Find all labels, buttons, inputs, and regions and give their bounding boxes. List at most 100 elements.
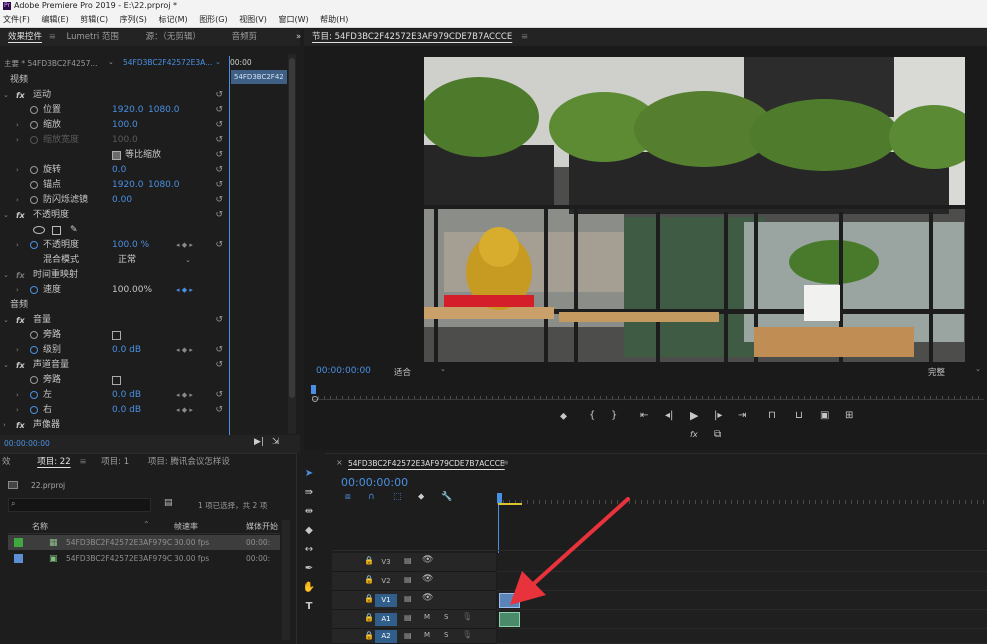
track-header-v1[interactable]: 🔒 V1 ▤ 👁 [332, 591, 496, 610]
right-channel-value[interactable]: 0.0 dB [112, 403, 141, 418]
lock-icon[interactable]: 🔒 [364, 631, 374, 640]
mute-button[interactable]: M [424, 631, 430, 639]
eye-icon[interactable]: 👁 [422, 593, 433, 603]
rectangle-mask-icon[interactable] [52, 226, 61, 235]
bypass2-checkbox[interactable] [112, 376, 121, 385]
reset-icon[interactable]: ↺ [215, 133, 223, 148]
reset-icon[interactable]: ↺ [215, 178, 223, 193]
anti-flicker-value[interactable]: 0.00 [112, 193, 132, 208]
reset-icon[interactable]: ↺ [215, 103, 223, 118]
speed-value[interactable]: 100.00% [112, 283, 152, 298]
reset-icon[interactable]: ↺ [215, 88, 223, 103]
chevron-down-icon[interactable]: ⌄ [440, 365, 446, 373]
sync-lock-icon[interactable]: ▤ [404, 575, 412, 584]
panel-menu-icon[interactable]: ≡ [49, 32, 56, 42]
lock-icon[interactable]: 🔒 [364, 613, 374, 622]
uniform-scale-checkbox[interactable] [112, 151, 121, 160]
ec-footer-timecode[interactable]: 00:00:00:00 [4, 439, 50, 448]
sort-up-icon[interactable]: ⌃ [143, 520, 150, 529]
volume-row[interactable]: ⌄ fx 音量 ↺ [0, 313, 227, 328]
stopwatch-icon[interactable] [30, 331, 38, 339]
reset-icon[interactable]: ↺ [215, 403, 223, 418]
sync-lock-icon[interactable]: ▤ [404, 631, 412, 640]
project-item-row[interactable]: ▣ 54FD3BC2F42572E3AF979C 30.00 fps 00:00… [8, 551, 280, 566]
panner-row[interactable]: › fx 声像器 [0, 418, 227, 433]
sync-lock-icon[interactable]: ▤ [404, 594, 412, 603]
tab-effects[interactable]: 效 [2, 457, 11, 467]
pen-mask-icon[interactable]: ✎ [70, 223, 78, 238]
keyframe-nav-icon[interactable]: ◂ ◆ ▸ [176, 238, 193, 253]
eye-icon[interactable]: 👁 [422, 574, 433, 584]
zoom-fit-select[interactable]: 适合 [394, 366, 411, 378]
program-time-ruler[interactable] [312, 386, 984, 400]
comparison-view-icon[interactable]: ⧉ [714, 429, 721, 440]
fx-icon[interactable]: fx [16, 313, 25, 328]
fx-icon[interactable]: fx [16, 418, 25, 433]
opacity-value[interactable]: 100.0 % [112, 238, 149, 253]
sync-lock-icon[interactable]: ▤ [404, 556, 412, 565]
program-timecode[interactable]: 00:00:00:00 [316, 366, 371, 376]
panel-menu-icon[interactable]: ≡ [79, 457, 86, 467]
track-header-a2[interactable]: 🔒 A2 ▤ M S 🎙 [332, 629, 496, 644]
reset-icon[interactable]: ↺ [215, 238, 223, 253]
time-remap-row[interactable]: ⌄ fx 时间重映射 [0, 268, 227, 283]
twirl-right-icon[interactable]: › [16, 193, 19, 208]
master-clip-label[interactable]: 主要 * 54FD3BC2F4257... [4, 58, 98, 69]
reset-icon[interactable]: ↺ [215, 358, 223, 373]
menu-view[interactable]: 视图(V) [239, 15, 267, 24]
ripple-edit-tool-icon[interactable]: ⇹ [302, 505, 316, 519]
position-y-value[interactable]: 1080.0 [148, 103, 180, 118]
scale-value[interactable]: 100.0 [112, 118, 138, 133]
tab-project-22[interactable]: 项目: 22 [37, 457, 70, 467]
twirl-down-icon[interactable]: ⌄ [3, 208, 9, 223]
track-label[interactable]: V3 [375, 556, 397, 569]
label-color-swatch[interactable] [14, 554, 23, 563]
tab-effect-controls[interactable]: 效果控件 [8, 32, 42, 42]
stopwatch-icon[interactable] [30, 406, 38, 414]
twirl-right-icon[interactable]: › [16, 238, 19, 253]
tab-audio-mixer[interactable]: 音频剪 [232, 32, 258, 42]
selection-tool-icon[interactable]: ➤ [302, 467, 316, 481]
hand-tool-icon[interactable]: ✋ [302, 581, 316, 595]
menu-sequence[interactable]: 序列(S) [120, 15, 147, 24]
slip-tool-icon[interactable]: ↔ [302, 543, 316, 557]
menu-graphics[interactable]: 图形(G) [199, 15, 227, 24]
wrench-icon[interactable]: 🔧 [441, 492, 452, 502]
reset-icon[interactable]: ↺ [215, 193, 223, 208]
sync-lock-icon[interactable]: ▤ [404, 613, 412, 622]
project-item-row[interactable]: ▦ 54FD3BC2F42572E3AF979C 30.00 fps 00:00… [8, 535, 280, 550]
microphone-icon[interactable]: 🎙 [462, 630, 472, 639]
ec-scrollbar[interactable] [288, 54, 296, 434]
stopwatch-icon[interactable] [30, 241, 38, 249]
timeline-timecode[interactable]: 00:00:00:00 [341, 476, 408, 489]
tab-lumetri[interactable]: Lumetri 范围 [67, 32, 119, 42]
track-select-tool-icon[interactable]: ⇛ [302, 486, 316, 500]
blend-mode-select[interactable]: 正常 [118, 253, 136, 268]
go-to-out-icon[interactable]: ⇥ [738, 410, 746, 421]
pen-tool-icon[interactable]: ✒ [302, 562, 316, 576]
chevron-down-icon[interactable]: ⌄ [215, 58, 221, 66]
reset-icon[interactable]: ↺ [215, 118, 223, 133]
twirl-right-icon[interactable]: › [16, 343, 19, 358]
reset-icon[interactable]: ↺ [215, 208, 223, 223]
stopwatch-icon[interactable] [30, 166, 38, 174]
button-editor-icon[interactable]: ⊞ [845, 410, 853, 421]
new-bin-from-search-icon[interactable]: ▤ [164, 498, 173, 508]
stopwatch-icon[interactable] [30, 196, 38, 204]
ec-scroll-thumb[interactable] [289, 58, 295, 398]
fx-icon[interactable]: fx [16, 358, 25, 373]
stopwatch-icon[interactable] [30, 286, 38, 294]
playback-resolution-select[interactable]: 完整 [928, 366, 945, 378]
lock-icon[interactable]: 🔒 [364, 556, 374, 565]
bypass-checkbox[interactable] [112, 331, 121, 340]
program-playhead[interactable] [311, 385, 316, 394]
razor-tool-icon[interactable]: ◆ [302, 524, 316, 538]
menu-clip[interactable]: 剪辑(C) [80, 15, 108, 24]
chevron-down-icon[interactable]: ⌄ [975, 365, 981, 373]
keyframe-nav-icon[interactable]: ◂ ◆ ▸ [176, 388, 193, 403]
mute-button[interactable]: M [424, 613, 430, 621]
fx-icon[interactable]: fx [16, 208, 25, 223]
lift-icon[interactable]: ⊓ [768, 410, 776, 421]
tab-project-1[interactable]: 项目: 1 [101, 457, 129, 467]
go-to-in-icon[interactable]: ⇤ [640, 410, 648, 421]
